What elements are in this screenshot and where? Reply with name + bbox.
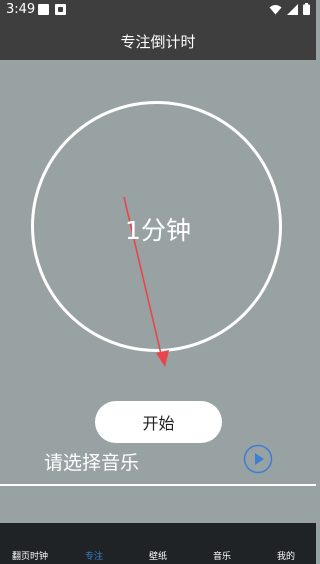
nav-item-music[interactable]: 音乐	[192, 549, 252, 562]
bottom-nav: 翻页时钟 专注 壁纸 音乐 我的	[0, 523, 316, 564]
nav-item-flip-clock[interactable]: 翻页时钟	[0, 549, 60, 562]
start-button[interactable]: 开始	[95, 401, 222, 443]
select-music-label[interactable]: 请选择音乐	[44, 448, 139, 475]
clock-hand	[123, 196, 169, 367]
nav-item-wallpaper[interactable]: 壁纸	[128, 549, 188, 562]
divider	[0, 484, 316, 486]
play-icon[interactable]	[243, 444, 273, 474]
nav-item-mine[interactable]: 我的	[256, 549, 316, 562]
nav-item-focus[interactable]: 专注	[64, 549, 124, 562]
timer-display: 1分钟	[125, 216, 191, 245]
